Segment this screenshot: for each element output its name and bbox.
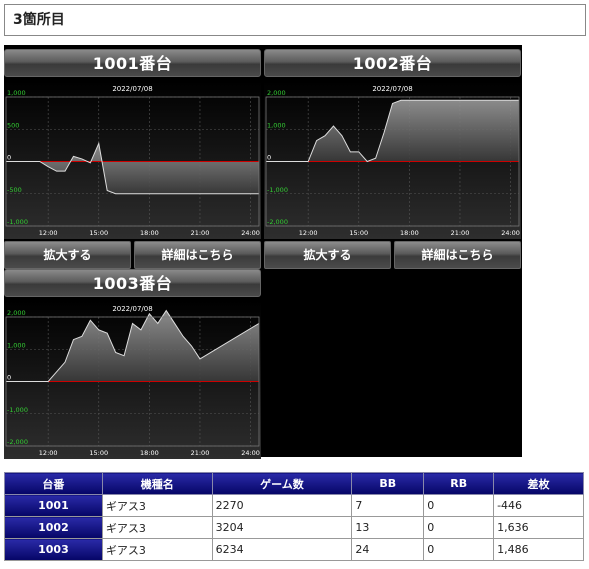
x-tick-label: 24:00 <box>501 229 520 237</box>
header-rb: RB <box>423 472 495 495</box>
machine-number[interactable]: 1002 <box>4 516 103 539</box>
y-tick-label: 0 <box>7 154 11 162</box>
x-tick-label: 12:00 <box>39 449 58 457</box>
y-tick-label: 1,000 <box>7 341 26 349</box>
y-tick-label: -1,000 <box>7 218 28 226</box>
graph-area: 1001番台 2022/07/08 1,000 500 0 -500 -1,000 12:0… <box>4 45 522 459</box>
game-count: 6234 <box>211 538 353 561</box>
y-tick-label: 0 <box>7 374 11 382</box>
table-row: 1002 ギアス3 3204 13 0 1,636 <box>4 516 584 539</box>
enlarge-button[interactable]: 拡大する <box>4 241 131 269</box>
x-tick-label: 21:00 <box>451 229 470 237</box>
game-count: 3204 <box>211 516 353 539</box>
header-number: 台番 <box>4 472 103 495</box>
bb-count: 24 <box>351 538 425 561</box>
y-tick-label: -1,000 <box>267 186 288 194</box>
machine-model: ギアス3 <box>101 494 213 517</box>
section-title: 3箇所目 <box>4 4 586 36</box>
x-tick-label: 15:00 <box>89 449 108 457</box>
slump-chart: 2022/07/08 1,000 500 0 -500 -1,000 12:00 15:00 1… <box>4 81 261 239</box>
rb-count: 0 <box>423 538 495 561</box>
machine-model: ギアス3 <box>101 516 213 539</box>
coin-difference: 1,636 <box>493 516 584 539</box>
y-tick-label: 2,000 <box>267 89 286 97</box>
table-row: 1001 ギアス3 2270 7 0 -446 <box>4 494 584 517</box>
x-tick-label: 18:00 <box>140 449 159 457</box>
x-tick-label: 12:00 <box>39 229 58 237</box>
result-table: 台番 機種名 ゲーム数 BB RB 差枚 1001 ギアス3 2270 7 0 … <box>4 472 584 561</box>
chart-date: 2022/07/08 <box>112 305 152 313</box>
y-tick-label: 500 <box>7 121 19 129</box>
x-tick-label: 24:00 <box>241 449 260 457</box>
bb-count: 13 <box>351 516 425 539</box>
x-tick-label: 21:00 <box>191 229 210 237</box>
chart-date: 2022/07/08 <box>372 85 412 93</box>
y-tick-label: 0 <box>267 154 271 162</box>
x-tick-label: 15:00 <box>89 229 108 237</box>
y-tick-label: 1,000 <box>7 89 26 97</box>
enlarge-button[interactable]: 拡大する <box>264 241 391 269</box>
machine-number[interactable]: 1003 <box>4 538 103 561</box>
machine-header: 1001番台 <box>4 49 261 77</box>
header-diff: 差枚 <box>493 472 584 495</box>
game-count: 2270 <box>211 494 353 517</box>
slump-chart-svg: 2022/07/08 1,000 500 0 -500 -1,000 12:00 15:00 1… <box>4 81 261 239</box>
bb-count: 7 <box>351 494 425 517</box>
table-header-row: 台番 機種名 ゲーム数 BB RB 差枚 <box>4 472 584 495</box>
machine-header: 1003番台 <box>4 269 261 297</box>
x-tick-label: 12:00 <box>299 229 318 237</box>
slump-chart-svg: 2022/07/08 2,000 1,000 0 -1,000 -2,000 12:00 15… <box>4 301 261 459</box>
machine-number[interactable]: 1001 <box>4 494 103 517</box>
slump-chart-svg: 2022/07/08 2,000 1,000 0 -1,000 -2,000 12:00 15… <box>264 81 521 239</box>
table-row: 1003 ギアス3 6234 24 0 1,486 <box>4 538 584 561</box>
x-tick-label: 18:00 <box>140 229 159 237</box>
header-games: ゲーム数 <box>211 472 353 495</box>
chart-background <box>4 81 261 239</box>
header-bb: BB <box>351 472 425 495</box>
y-tick-label: -500 <box>7 186 22 194</box>
rb-count: 0 <box>423 494 495 517</box>
slump-chart: 2022/07/08 2,000 1,000 0 -1,000 -2,000 12:00 15… <box>4 301 261 459</box>
y-tick-label: -2,000 <box>7 438 28 446</box>
y-tick-label: 1,000 <box>267 121 286 129</box>
x-tick-label: 18:00 <box>400 229 419 237</box>
header-model: 機種名 <box>101 472 213 495</box>
machine-model: ギアス3 <box>101 538 213 561</box>
slump-chart: 2022/07/08 2,000 1,000 0 -1,000 -2,000 12:00 15… <box>264 81 521 239</box>
x-tick-label: 15:00 <box>349 229 368 237</box>
details-button[interactable]: 詳細はこちら <box>394 241 521 269</box>
y-tick-label: -1,000 <box>7 406 28 414</box>
machine-header: 1002番台 <box>264 49 521 77</box>
x-tick-label: 21:00 <box>191 449 210 457</box>
y-tick-label: -2,000 <box>267 218 288 226</box>
coin-difference: 1,486 <box>493 538 584 561</box>
rb-count: 0 <box>423 516 495 539</box>
details-button[interactable]: 詳細はこちら <box>134 241 261 269</box>
chart-date: 2022/07/08 <box>112 85 152 93</box>
y-tick-label: 2,000 <box>7 309 26 317</box>
x-tick-label: 24:00 <box>241 229 260 237</box>
coin-difference: -446 <box>493 494 584 517</box>
